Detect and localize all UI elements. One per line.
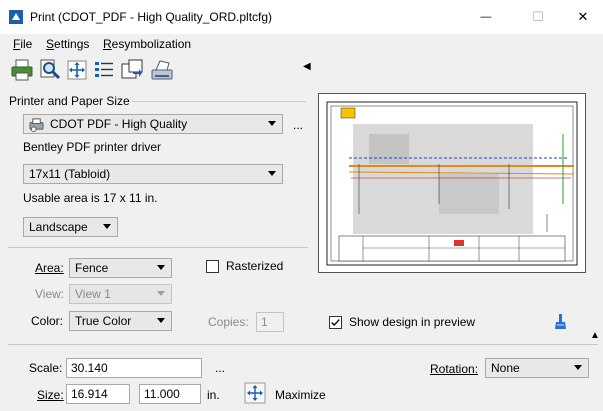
- area-value: Fence: [75, 261, 109, 275]
- scale-more-button[interactable]: ...: [215, 361, 225, 375]
- rotation-value: None: [491, 361, 520, 375]
- printer-paper-section-label: Printer and Paper Size: [9, 94, 130, 108]
- brush-icon[interactable]: [553, 313, 569, 331]
- maximize-scale-button[interactable]: [244, 382, 266, 404]
- area-select[interactable]: Fence: [69, 258, 172, 278]
- chevron-down-icon: [574, 365, 582, 370]
- preview-sheet-drawing: [326, 101, 578, 266]
- title-bar: Print (CDOT_PDF - High Quality_ORD.pltcf…: [0, 0, 603, 34]
- printer-select[interactable]: CDOT PDF - High Quality: [23, 114, 283, 134]
- chevron-down-icon: [157, 291, 165, 296]
- menu-file[interactable]: File: [13, 37, 32, 51]
- chevron-down-icon: [268, 121, 276, 126]
- printer-driver-text: Bentley PDF printer driver: [23, 140, 162, 154]
- section-divider: [132, 101, 306, 102]
- section-divider: [8, 344, 598, 345]
- size-unit-label: in.: [207, 388, 220, 402]
- collapse-arrow-icon: ◀: [303, 61, 311, 72]
- minimize-icon: —: [480, 11, 492, 23]
- printer-setup-icon[interactable]: [150, 58, 174, 82]
- chevron-down-icon: [268, 171, 276, 176]
- rotation-select[interactable]: None: [485, 358, 589, 378]
- maximize-icon: ☐: [532, 9, 544, 24]
- checkmark-icon: [331, 319, 340, 327]
- color-label: Color:: [31, 314, 64, 328]
- chevron-down-icon: [157, 318, 165, 323]
- export-icon[interactable]: [120, 58, 144, 82]
- paper-size-value: 17x11 (Tabloid): [29, 167, 111, 181]
- rasterized-label: Rasterized: [226, 259, 284, 273]
- chevron-down-icon: [103, 224, 111, 229]
- pdf-printer-icon: [29, 117, 44, 132]
- list-icon[interactable]: [92, 58, 116, 82]
- preview-icon[interactable]: [38, 58, 62, 82]
- collapse-panel-button[interactable]: ◀: [303, 61, 311, 72]
- usable-area-text: Usable area is 17 x 11 in.: [23, 191, 158, 205]
- app-icon: [9, 10, 23, 24]
- expand-arrow-icon: ▲: [590, 330, 600, 341]
- copies-label: Copies:: [208, 315, 249, 329]
- maximize-button[interactable]: ☐: [515, 0, 561, 34]
- orientation-select[interactable]: Landscape: [23, 217, 118, 237]
- menu-resymbolization[interactable]: Resymbolization: [103, 37, 191, 51]
- rasterized-checkbox[interactable]: [206, 260, 219, 273]
- rotation-label: Rotation:: [430, 362, 479, 376]
- size-label: Size:: [37, 388, 64, 402]
- view-select[interactable]: View 1: [69, 284, 172, 304]
- show-design-checkbox[interactable]: [329, 316, 342, 329]
- color-select[interactable]: True Color: [69, 311, 172, 331]
- scale-input[interactable]: 30.140: [66, 358, 202, 378]
- maximize-label: Maximize: [275, 388, 326, 402]
- print-preview: [318, 93, 586, 273]
- scale-label: Scale:: [29, 361, 63, 375]
- menu-bar: File Settings Resymbolization: [0, 34, 603, 54]
- window-title: Print (CDOT_PDF - High Quality_ORD.pltcf…: [30, 10, 273, 24]
- show-design-label: Show design in preview: [349, 315, 476, 329]
- size-height-input[interactable]: 11.000: [139, 384, 201, 404]
- chevron-down-icon: [157, 265, 165, 270]
- fit-icon[interactable]: [65, 58, 89, 82]
- close-button[interactable]: ✕: [560, 0, 603, 34]
- printer-more-button[interactable]: ...: [293, 118, 303, 132]
- view-label: View:: [35, 287, 65, 301]
- size-width-input[interactable]: 16.914: [66, 384, 130, 404]
- copies-input[interactable]: 1: [256, 312, 284, 332]
- area-label: Area:: [35, 261, 64, 275]
- print-icon[interactable]: [10, 58, 34, 82]
- minimize-button[interactable]: —: [463, 0, 509, 34]
- paper-size-select[interactable]: 17x11 (Tabloid): [23, 164, 283, 184]
- expand-panel-button[interactable]: ▲: [590, 330, 600, 341]
- menu-settings[interactable]: Settings: [46, 37, 89, 51]
- printer-select-value: CDOT PDF - High Quality: [50, 117, 188, 131]
- color-value: True Color: [75, 314, 132, 328]
- close-icon: ✕: [577, 9, 589, 24]
- section-divider: [8, 247, 308, 248]
- view-value: View 1: [75, 287, 111, 301]
- orientation-value: Landscape: [29, 220, 88, 234]
